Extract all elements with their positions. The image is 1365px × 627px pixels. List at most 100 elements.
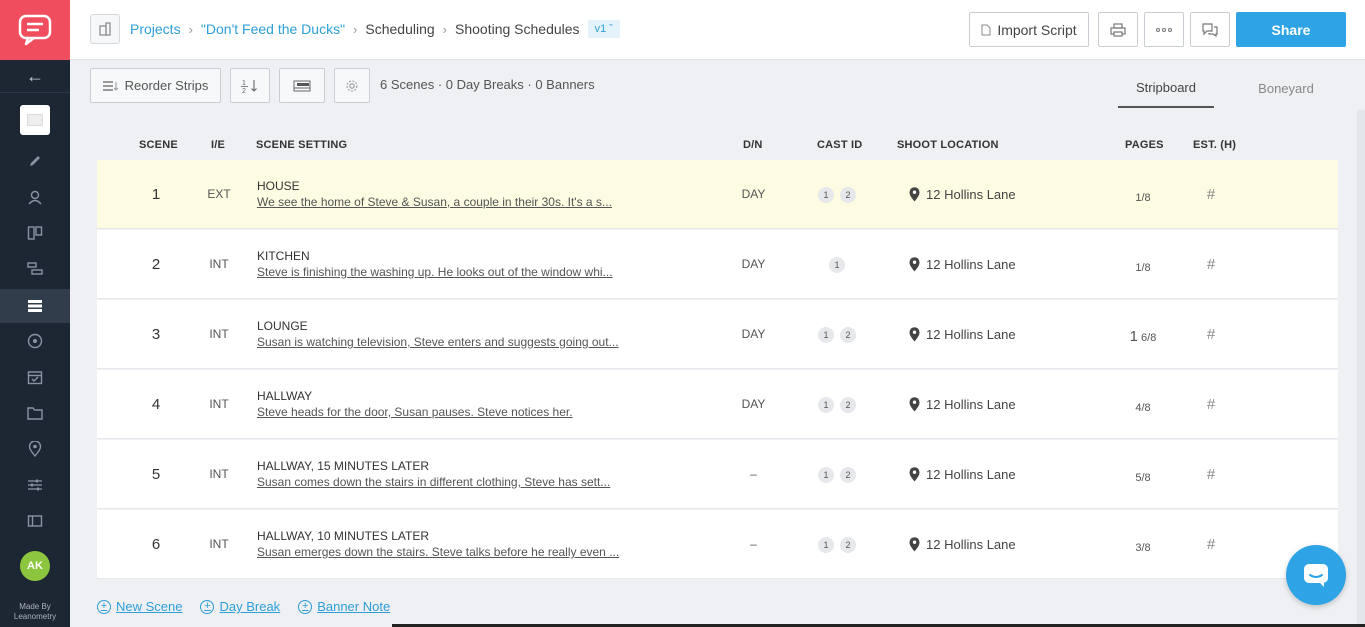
estimated-hours-input[interactable]: # bbox=[1201, 326, 1221, 343]
col-dn[interactable]: D/N bbox=[743, 139, 763, 151]
strip-view-button[interactable] bbox=[279, 68, 325, 103]
scene-strip-row[interactable]: 5 INT HALLWAY, 15 MINUTES LATER Susan co… bbox=[97, 440, 1338, 509]
int-ext: INT bbox=[209, 537, 229, 551]
scene-description-link[interactable]: Susan comes down the stairs in different… bbox=[257, 475, 697, 489]
more-options-button[interactable] bbox=[1144, 12, 1184, 47]
location-pin-icon[interactable] bbox=[0, 432, 70, 466]
col-cast-id[interactable]: CAST ID bbox=[817, 139, 862, 151]
gear-icon bbox=[346, 79, 358, 92]
estimated-hours-input[interactable]: # bbox=[1201, 466, 1221, 483]
elements-icon[interactable] bbox=[0, 324, 70, 358]
print-button[interactable] bbox=[1098, 12, 1138, 47]
col-scene[interactable]: SCENE bbox=[139, 139, 178, 151]
scene-setting-title: LOUNGE bbox=[257, 319, 308, 333]
project-thumbnail[interactable] bbox=[20, 105, 50, 135]
estimated-hours-input[interactable]: # bbox=[1201, 536, 1221, 553]
chevron-right-icon: › bbox=[353, 21, 358, 37]
estimated-hours-input[interactable]: # bbox=[1201, 186, 1221, 203]
calendar-icon[interactable] bbox=[0, 360, 70, 394]
col-ie[interactable]: I/E bbox=[211, 139, 225, 151]
cast-id-chip[interactable]: 1 bbox=[818, 537, 834, 553]
vertical-scrollbar[interactable] bbox=[1357, 110, 1365, 627]
document-icon bbox=[981, 24, 991, 35]
col-scene-setting[interactable]: SCENE SETTING bbox=[256, 139, 347, 151]
budget-icon[interactable] bbox=[0, 504, 70, 538]
page-count: 1/8 bbox=[1117, 188, 1169, 205]
breadcrumb-projects[interactable]: Projects bbox=[130, 21, 181, 37]
back-arrow-icon[interactable]: ← bbox=[0, 62, 70, 90]
sliders-icon[interactable] bbox=[0, 468, 70, 502]
scene-strip-row[interactable]: 2 INT KITCHEN Steve is finishing the was… bbox=[97, 230, 1338, 299]
import-script-label: Import Script bbox=[997, 21, 1077, 38]
shoot-location[interactable]: 12 Hollins Lane bbox=[909, 397, 1016, 412]
breadcrumb-section[interactable]: Scheduling bbox=[365, 21, 434, 37]
scene-description-link[interactable]: Susan emerges down the stairs. Steve tal… bbox=[257, 545, 697, 559]
cast-id-chip[interactable]: 2 bbox=[840, 467, 856, 483]
support-chat-button[interactable] bbox=[1286, 545, 1346, 605]
project-home-button[interactable] bbox=[90, 14, 120, 44]
cast-id-chip[interactable]: 2 bbox=[840, 397, 856, 413]
characters-icon[interactable] bbox=[0, 180, 70, 214]
cast-id-chip[interactable]: 2 bbox=[840, 327, 856, 343]
cast-id-chip[interactable]: 1 bbox=[818, 467, 834, 483]
import-script-button[interactable]: Import Script bbox=[969, 12, 1089, 47]
tab-stripboard[interactable]: Stripboard bbox=[1118, 68, 1214, 108]
sort-button[interactable]: 12 bbox=[230, 68, 270, 103]
new-scene-link[interactable]: + New Scene bbox=[97, 599, 182, 614]
scene-strip-row[interactable]: 1 EXT HOUSE We see the home of Steve & S… bbox=[97, 160, 1338, 229]
scene-setting: HOUSE We see the home of Steve & Susan, … bbox=[257, 179, 697, 209]
cast-ids: 12 bbox=[807, 397, 867, 413]
scene-setting: HALLWAY, 10 MINUTES LATER Susan emerges … bbox=[257, 529, 697, 559]
shoot-location[interactable]: 12 Hollins Lane bbox=[909, 467, 1016, 482]
day-night: – bbox=[750, 537, 757, 551]
scene-description-link[interactable]: Susan is watching television, Steve ente… bbox=[257, 335, 697, 349]
reorder-strips-button[interactable]: Reorder Strips bbox=[90, 68, 221, 103]
new-scene-label: New Scene bbox=[116, 599, 183, 614]
scene-description-link[interactable]: Steve heads for the door, Susan pauses. … bbox=[257, 405, 697, 419]
col-est[interactable]: EST. (H) bbox=[1193, 139, 1236, 151]
version-dropdown[interactable]: v1 ˇ bbox=[587, 20, 620, 38]
shoot-location[interactable]: 12 Hollins Lane bbox=[909, 537, 1016, 552]
cast-id-chip[interactable]: 1 bbox=[818, 327, 834, 343]
col-shoot-location[interactable]: SHOOT LOCATION bbox=[897, 139, 999, 151]
scene-strip-row[interactable]: 4 INT HALLWAY Steve heads for the door, … bbox=[97, 370, 1338, 439]
shoot-location[interactable]: 12 Hollins Lane bbox=[909, 327, 1016, 342]
banner-note-link[interactable]: + Banner Note bbox=[298, 599, 390, 614]
shoot-location[interactable]: 12 Hollins Lane bbox=[909, 257, 1016, 272]
pencil-icon[interactable] bbox=[0, 144, 70, 178]
stripboard-icon[interactable] bbox=[0, 289, 70, 323]
sidebar: ← AK Made By Leanometry bbox=[0, 0, 70, 627]
breadcrumb-page: Shooting Schedules bbox=[455, 21, 580, 37]
scene-strip-row[interactable]: 3 INT LOUNGE Susan is watching televisio… bbox=[97, 300, 1338, 369]
cast-id-chip[interactable]: 1 bbox=[818, 187, 834, 203]
estimated-hours-input[interactable]: # bbox=[1201, 256, 1221, 273]
cast-id-chip[interactable]: 2 bbox=[840, 187, 856, 203]
studiobinder-logo-icon[interactable] bbox=[0, 0, 70, 60]
col-pages[interactable]: PAGES bbox=[1125, 139, 1164, 151]
cast-id-chip[interactable]: 1 bbox=[818, 397, 834, 413]
settings-button[interactable] bbox=[334, 68, 370, 103]
user-avatar[interactable]: AK bbox=[20, 551, 50, 581]
comments-button[interactable] bbox=[1190, 12, 1230, 47]
scene-setting-title: KITCHEN bbox=[257, 249, 310, 263]
location-pin-icon bbox=[909, 537, 920, 552]
share-button[interactable]: Share bbox=[1236, 12, 1346, 47]
tab-boneyard[interactable]: Boneyard bbox=[1238, 68, 1334, 108]
shoot-location-label: 12 Hollins Lane bbox=[926, 327, 1016, 342]
scene-description-link[interactable]: Steve is finishing the washing up. He lo… bbox=[257, 265, 697, 279]
folder-icon[interactable] bbox=[0, 396, 70, 430]
breadcrumb-project[interactable]: "Don't Feed the Ducks" bbox=[201, 21, 345, 37]
estimated-hours-input[interactable]: # bbox=[1201, 396, 1221, 413]
int-ext: INT bbox=[209, 327, 229, 341]
day-break-label: Day Break bbox=[219, 599, 281, 614]
shoot-location-label: 12 Hollins Lane bbox=[926, 397, 1016, 412]
scene-strip-row[interactable]: 6 INT HALLWAY, 10 MINUTES LATER Susan em… bbox=[97, 510, 1338, 579]
scene-description-link[interactable]: We see the home of Steve & Susan, a coup… bbox=[257, 195, 697, 209]
cast-id-chip[interactable]: 2 bbox=[840, 537, 856, 553]
shoot-location[interactable]: 12 Hollins Lane bbox=[909, 187, 1016, 202]
day-break-link[interactable]: + Day Break bbox=[200, 599, 280, 614]
cast-id-chip[interactable]: 1 bbox=[829, 257, 845, 273]
storyboard-icon[interactable] bbox=[0, 216, 70, 250]
shot-list-icon[interactable] bbox=[0, 252, 70, 286]
chat-bubbles-icon bbox=[1202, 22, 1218, 37]
